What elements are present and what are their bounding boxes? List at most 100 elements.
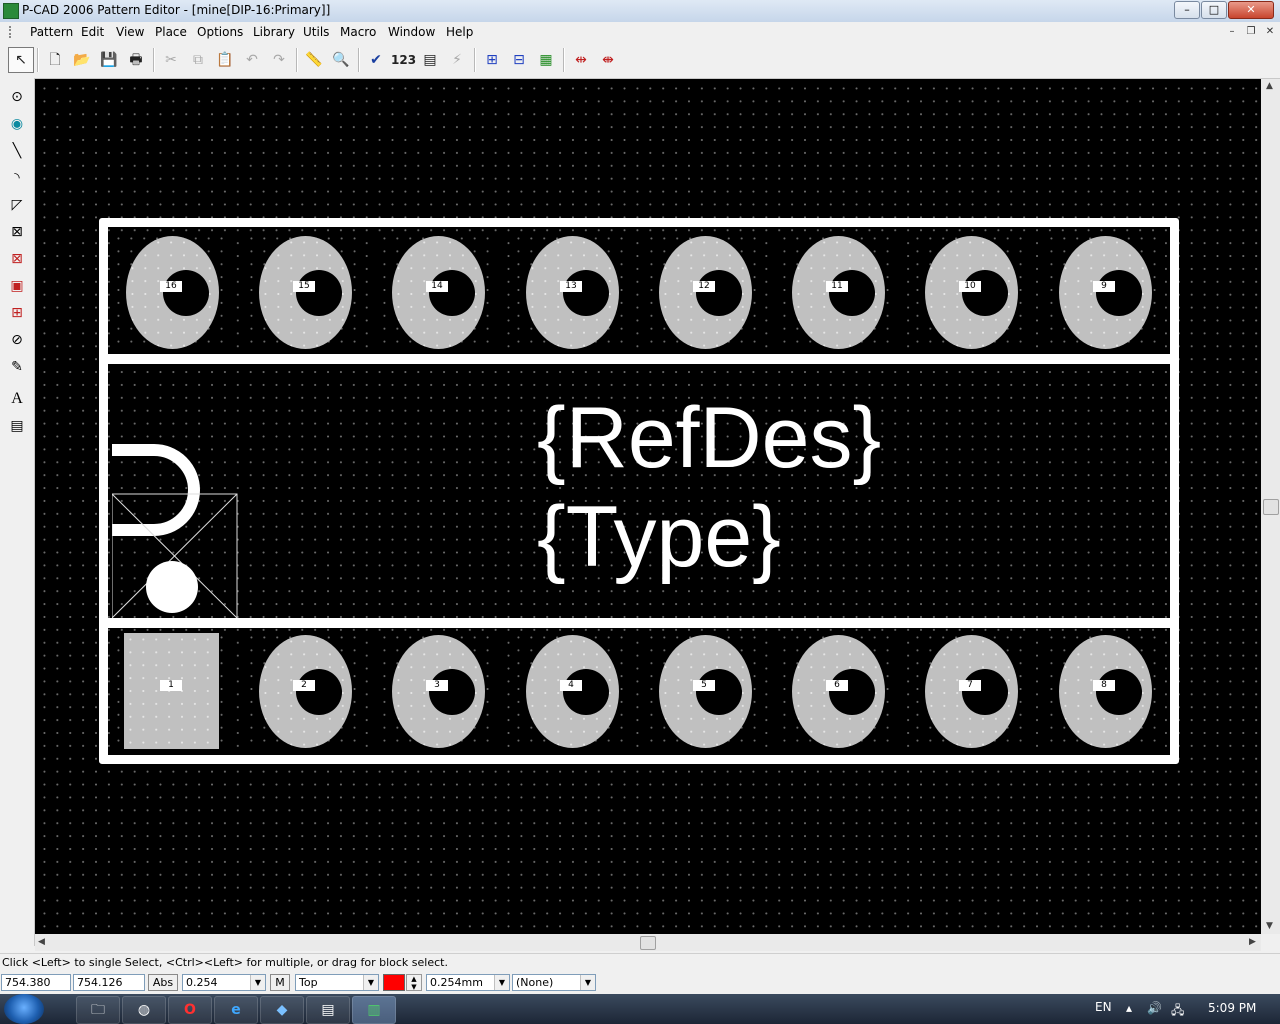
start-button[interactable] [4,994,44,1024]
pad[interactable] [392,236,485,349]
menu-library[interactable]: Library [253,25,295,39]
scroll-left-arrow-icon[interactable]: ◀ [38,937,45,947]
select-tool-button[interactable]: ↖ [8,47,34,73]
select-color-button[interactable]: ▦ [534,48,558,72]
menu-edit[interactable]: Edit [81,25,104,39]
scroll-right-arrow-icon[interactable]: ▶ [1249,937,1256,947]
menu-view[interactable]: View [116,25,144,39]
pad-cell[interactable]: 9 [1045,232,1165,352]
pad[interactable] [792,236,885,349]
horizontal-scroll-thumb[interactable] [640,936,656,950]
place-pad-button[interactable]: ⊙ [6,86,28,108]
close-button[interactable]: ✕ [1228,1,1274,19]
print-button[interactable]: 🖶 [124,48,148,72]
pad-cell[interactable]: 4 [512,631,632,751]
network-icon[interactable]: 🖧 [1171,1001,1184,1022]
place-plane-button[interactable]: ⊘ [6,329,28,351]
type-attribute[interactable]: {Type} [537,489,781,585]
pcad-task[interactable]: ▥ [352,996,396,1024]
edge-task[interactable]: e [214,996,258,1024]
pad[interactable] [1059,236,1152,349]
align-vertical-button[interactable]: ⇼ [596,48,620,72]
save-file-button[interactable]: 💾 [97,48,121,72]
place-cutout-button[interactable]: ⊞ [6,302,28,324]
place-via-button[interactable]: ◉ [6,113,28,135]
layer-select[interactable]: Top ▼ [295,974,379,991]
place-field-button[interactable]: ▤ [6,415,28,437]
renumber-button[interactable]: 123 [391,48,416,72]
file-explorer-task[interactable]: 🗀 [76,996,120,1024]
scroll-down-arrow-icon[interactable]: ▼ [1266,921,1273,931]
refdes-attribute[interactable]: {RefDes} [537,390,881,486]
chrome-task[interactable]: ◍ [122,996,166,1024]
pad[interactable] [925,236,1018,349]
pad[interactable] [392,635,485,748]
tray-expand-icon[interactable]: ▴ [1126,1001,1132,1015]
menu-help[interactable]: Help [446,25,473,39]
layer-color-swatch[interactable] [383,974,405,991]
pad[interactable] [659,236,752,349]
blue-app-task[interactable]: ◆ [260,996,304,1024]
line-width-select[interactable]: 0.254mm ▼ [426,974,510,991]
minimize-button[interactable]: – [1174,1,1200,19]
place-text-button[interactable]: A [6,388,28,410]
open-file-button[interactable]: 📂 [70,48,94,72]
menu-pattern[interactable]: Pattern [30,25,73,39]
pad-cell[interactable]: 16 [112,232,232,352]
mdi-restore-button[interactable]: ❐ [1243,25,1259,39]
m-toggle-button[interactable]: M [270,974,290,991]
mdi-close-button[interactable]: ✕ [1262,25,1278,39]
undo-button[interactable]: ↶ [240,48,264,72]
vertical-scroll-thumb[interactable] [1263,499,1279,515]
language-indicator[interactable]: EN [1095,1000,1112,1014]
scroll-up-arrow-icon[interactable]: ▲ [1266,81,1273,91]
abs-toggle-button[interactable]: Abs [148,974,178,991]
menu-macro[interactable]: Macro [340,25,376,39]
pad-cell[interactable]: 7 [911,631,1031,751]
volume-icon[interactable]: 🔊 [1147,1001,1162,1015]
pad[interactable] [259,635,352,748]
pad-cell[interactable]: 11 [778,232,898,352]
pad-cell[interactable]: 1 [112,631,232,751]
zoom-button[interactable]: 🔍 [329,48,353,72]
mdi-minimize-button[interactable]: – [1224,25,1240,39]
select-pads-button[interactable]: ⊟ [507,48,531,72]
maximize-button[interactable]: □ [1201,1,1227,19]
place-line-button[interactable]: ╲ [6,140,28,162]
clock[interactable]: 5:09 PM [1208,1001,1256,1015]
select-points-button[interactable]: ⊞ [480,48,504,72]
pad[interactable] [126,236,219,349]
pad-cell[interactable]: 13 [512,232,632,352]
y-coordinate-field[interactable]: 754.126 [73,974,145,991]
document-app-task[interactable]: ▤ [306,996,350,1024]
place-polygon-button[interactable]: ◸ [6,194,28,216]
grid-select[interactable]: 0.254 ▼ [182,974,266,991]
redo-button[interactable]: ↷ [267,48,291,72]
pad-cell[interactable]: 2 [245,631,365,751]
place-fill-button[interactable]: ⊠ [6,248,28,270]
place-arc-button[interactable]: ◝ [6,167,28,189]
x-coordinate-field[interactable]: 754.380 [1,974,71,991]
align-horizontal-button[interactable]: ⇹ [569,48,593,72]
paste-button[interactable]: 📋 [213,48,237,72]
design-canvas[interactable]: 16 15 14 13 12 11 10 9 {RefDes} {Type} 1… [35,79,1261,934]
place-copper-pour-button[interactable]: ▣ [6,275,28,297]
place-keepout-button[interactable]: ⊠ [6,221,28,243]
pad[interactable] [792,635,885,748]
menu-place[interactable]: Place [155,25,187,39]
menu-options[interactable]: Options [197,25,243,39]
drc-button[interactable]: ✔ [364,48,388,72]
cut-button[interactable]: ✂ [159,48,183,72]
opera-task[interactable]: O [168,996,212,1024]
flash-button[interactable]: ⚡ [445,48,469,72]
pad[interactable] [259,236,352,349]
pad-cell[interactable]: 14 [378,232,498,352]
pad[interactable] [1059,635,1152,748]
horizontal-scrollbar[interactable]: ◀ ▶ [35,934,1261,951]
new-file-button[interactable]: 🗋 [43,48,67,72]
pad-cell[interactable]: 5 [645,631,765,751]
vertical-scrollbar[interactable]: ▲ ▼ [1261,79,1280,934]
place-attribute-button[interactable]: ✎ [6,356,28,378]
net-select[interactable]: (None) ▼ [512,974,596,991]
pad[interactable] [526,236,619,349]
